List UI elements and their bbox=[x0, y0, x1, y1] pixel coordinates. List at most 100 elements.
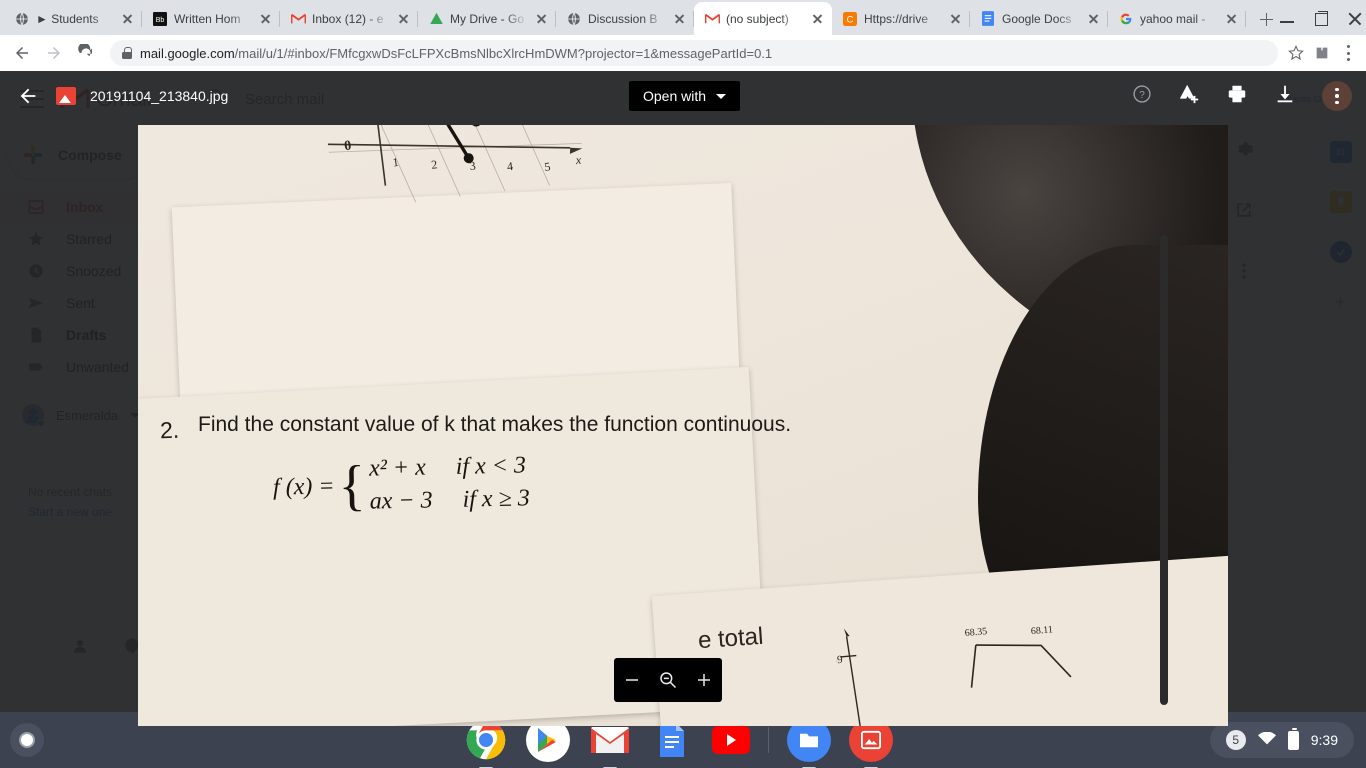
add-to-drive-icon[interactable] bbox=[1178, 83, 1200, 110]
new-tab-button[interactable] bbox=[1252, 5, 1280, 33]
sidebar-item-label: Drafts bbox=[66, 327, 107, 343]
browser-tab[interactable]: yahoo mail - bbox=[1108, 2, 1246, 35]
zoom-reset-button[interactable] bbox=[653, 665, 683, 695]
lightbox-toolbar: 20191104_213840.jpg Open with ? bbox=[0, 71, 1366, 121]
photo-piecewise: x² + x if x < 3 ax − 3 if x ≥ 3 bbox=[369, 452, 530, 515]
sidebar-item-label: Inbox bbox=[66, 199, 104, 215]
tasks-addon-icon[interactable] bbox=[1329, 241, 1352, 263]
photo-piece-row: x² + x if x < 3 bbox=[369, 452, 530, 482]
forward-button[interactable] bbox=[40, 39, 68, 67]
minimize-icon[interactable] bbox=[1280, 12, 1294, 26]
gmail-toolbar-right bbox=[1234, 139, 1254, 286]
avatar[interactable] bbox=[1322, 81, 1352, 111]
shelf-divider bbox=[768, 727, 769, 753]
close-icon[interactable] bbox=[1224, 11, 1240, 27]
youtube-app-icon[interactable] bbox=[712, 726, 750, 754]
close-icon[interactable] bbox=[258, 11, 274, 27]
browser-tab[interactable]: Discussion B bbox=[556, 2, 694, 35]
tab-title: Https://drive bbox=[864, 11, 929, 26]
print-icon[interactable] bbox=[1226, 83, 1248, 110]
restore-icon[interactable] bbox=[1314, 10, 1328, 26]
viewer-scrollbar[interactable] bbox=[1160, 235, 1168, 705]
address-bar[interactable]: mail.google.com/mail/u/1/#inbox/FMfcgxwD… bbox=[110, 40, 1278, 66]
photo-question-text: Find the constant value of k that makes … bbox=[198, 413, 792, 436]
tab-title: (no subject) bbox=[726, 11, 789, 26]
compose-button[interactable]: Compose bbox=[8, 131, 148, 179]
chrome-browser-window: ► Students Bb Written Hom Inbox (12) - e bbox=[0, 0, 1366, 726]
extensions-icon[interactable] bbox=[1314, 45, 1330, 61]
attachment-image-viewer[interactable]: 1 0 1 2 3 4 5 x bbox=[138, 125, 1228, 726]
zoom-out-button[interactable] bbox=[617, 665, 647, 695]
launcher-button[interactable] bbox=[10, 723, 44, 757]
chevron-down-icon bbox=[716, 93, 727, 99]
send-icon bbox=[26, 293, 46, 313]
browser-tab-active[interactable]: (no subject) bbox=[694, 2, 832, 35]
photo-question-number: 2. bbox=[159, 416, 180, 444]
url-host: mail.google.com bbox=[140, 45, 235, 61]
window-controls bbox=[1280, 2, 1366, 35]
blackboard-icon: Bb bbox=[152, 11, 168, 27]
close-icon[interactable] bbox=[948, 11, 964, 27]
plus-icon bbox=[22, 144, 44, 166]
star-icon bbox=[26, 229, 46, 249]
inbox-icon bbox=[26, 197, 46, 217]
image-file-icon bbox=[56, 87, 76, 105]
system-tray[interactable]: 5 9:39 bbox=[1209, 722, 1354, 758]
chrome-menu-icon[interactable] bbox=[1340, 44, 1356, 62]
browser-tab[interactable]: Google Docs bbox=[970, 2, 1108, 35]
close-window-icon[interactable] bbox=[1348, 12, 1362, 26]
browser-tab[interactable]: Bb Written Hom bbox=[142, 2, 280, 35]
sidebar-item-label: Snoozed bbox=[66, 263, 122, 279]
close-icon[interactable] bbox=[672, 11, 688, 27]
svg-text:5: 5 bbox=[543, 159, 551, 174]
avatar bbox=[22, 404, 45, 427]
browser-tab[interactable]: ► Students bbox=[4, 2, 142, 35]
url-path: /mail/u/1/#inbox/FMfcgxwDsFcLFPXcBmsNlbc… bbox=[234, 45, 773, 61]
wifi-icon[interactable] bbox=[1257, 731, 1276, 749]
close-icon[interactable] bbox=[1086, 11, 1102, 27]
reload-button[interactable] bbox=[72, 39, 100, 67]
close-icon[interactable] bbox=[810, 11, 826, 27]
browser-tab[interactable]: Inbox (12) - e bbox=[280, 2, 418, 35]
omnibox-row: mail.google.com/mail/u/1/#inbox/FMfcgxwD… bbox=[0, 35, 1366, 71]
lock-icon bbox=[122, 47, 132, 59]
tab-title: Written Hom bbox=[174, 11, 241, 26]
url-text: mail.google.com/mail/u/1/#inbox/FMfcgxwD… bbox=[140, 46, 772, 61]
tab-title: Inbox (12) - e bbox=[312, 11, 384, 26]
photo-bottom-text: e total bbox=[697, 622, 765, 655]
calendar-addon-icon[interactable]: 31 bbox=[1329, 141, 1352, 163]
sidebar-item-label: Starred bbox=[66, 231, 112, 247]
close-icon[interactable] bbox=[396, 11, 412, 27]
back-arrow-icon[interactable] bbox=[14, 82, 42, 110]
browser-tab[interactable]: My Drive - Go bbox=[418, 2, 556, 35]
photo-brace: { bbox=[337, 454, 367, 517]
open-with-button[interactable]: Open with bbox=[629, 81, 741, 111]
svg-text:?: ? bbox=[1139, 90, 1145, 101]
download-icon[interactable] bbox=[1274, 83, 1296, 110]
contacts-icon[interactable] bbox=[56, 626, 104, 666]
add-addon-icon[interactable]: + bbox=[1330, 291, 1352, 313]
more-options-icon[interactable] bbox=[1234, 261, 1254, 286]
help-icon[interactable]: ? bbox=[1132, 84, 1152, 109]
screen: ► Students Bb Written Hom Inbox (12) - e bbox=[0, 0, 1366, 768]
open-in-new-window-icon[interactable] bbox=[1234, 200, 1254, 225]
browser-tab[interactable]: C Https://drive bbox=[832, 2, 970, 35]
svg-text:C: C bbox=[847, 14, 854, 24]
more-options-icon[interactable] bbox=[1335, 87, 1339, 105]
tab-title: yahoo mail - bbox=[1140, 11, 1206, 26]
notification-badge[interactable]: 5 bbox=[1225, 730, 1246, 750]
globe-icon bbox=[14, 11, 30, 27]
draft-icon bbox=[26, 325, 46, 345]
zoom-in-button[interactable] bbox=[689, 665, 719, 695]
close-icon[interactable] bbox=[534, 11, 550, 27]
svg-text:4: 4 bbox=[506, 159, 514, 174]
back-button[interactable] bbox=[8, 39, 36, 67]
sidebar-item-label: Unwanted bbox=[66, 359, 130, 375]
hangouts-username: Esmeralda bbox=[56, 407, 119, 423]
keep-addon-icon[interactable] bbox=[1329, 191, 1352, 213]
close-icon[interactable] bbox=[120, 11, 136, 27]
gear-icon[interactable] bbox=[1234, 139, 1254, 164]
bookmark-star-icon[interactable] bbox=[1288, 45, 1304, 61]
gmail-addon-rail: 31 + bbox=[1314, 127, 1366, 712]
clock-time[interactable]: 9:39 bbox=[1311, 732, 1338, 748]
